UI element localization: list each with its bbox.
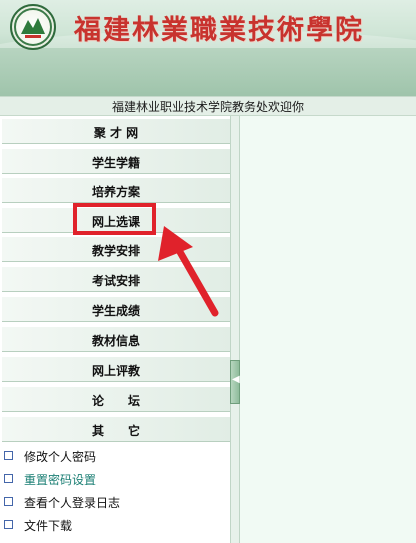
link-label[interactable]: 文件下载 [24, 517, 72, 534]
bullet-square-icon [4, 520, 13, 529]
link-label[interactable]: 修改个人密码 [24, 448, 96, 465]
bullet-square-icon [4, 451, 13, 460]
vertical-splitter[interactable] [230, 116, 240, 543]
link-label[interactable]: 查看个人登录日志 [24, 494, 120, 511]
bullet-square-icon [4, 474, 13, 483]
collapse-arrow-icon: ◀ [232, 374, 240, 385]
link-label[interactable]: 重置密码设置 [24, 471, 96, 488]
main-content-pane [240, 116, 416, 543]
bullet-square-icon [4, 497, 13, 506]
collapse-sidebar-button[interactable]: ◀ [230, 360, 240, 404]
